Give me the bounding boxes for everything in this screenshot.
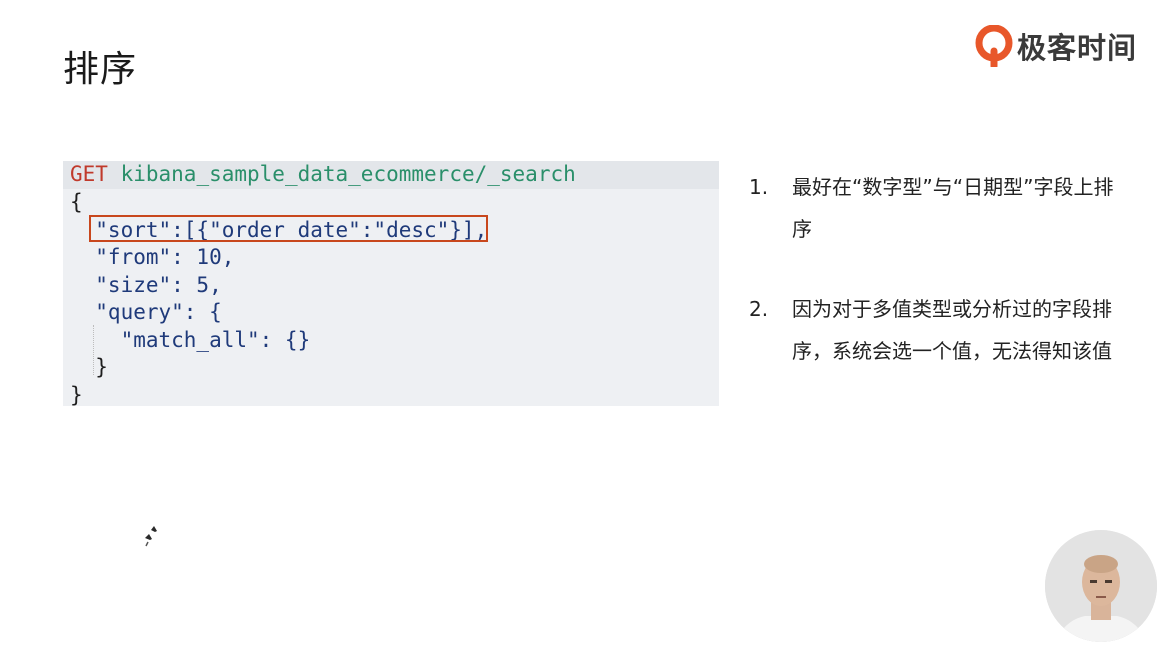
code-request-line: GET kibana_sample_data_ecommerce/_search (63, 161, 719, 189)
slide-title: 排序 (63, 49, 138, 90)
code-line: } (70, 355, 108, 379)
note-number: 2. (749, 297, 769, 321)
brand: 极客时间 (975, 24, 1137, 68)
request-path: kibana_sample_data_ecommerce/_search (120, 162, 576, 186)
geektime-logo-icon (975, 25, 1013, 67)
brand-name: 极客时间 (1016, 31, 1137, 65)
list-item: 2. 因为对于多值类型或分析过的字段排序，系统会选一个值，无法得知该值 (749, 288, 1129, 372)
presenter-video-avatar (1045, 530, 1157, 642)
code-panel: GET kibana_sample_data_ecommerce/_search… (63, 161, 719, 407)
cursor-icon (145, 526, 157, 547)
notes-list: 1. 最好在“数字型”与“日期型”字段上排序 2. 因为对于多值类型或分析过的字… (749, 166, 1129, 410)
note-text: 最好在“数字型”与“日期型”字段上排序 (792, 175, 1114, 241)
code-line-match-all: "match_all": {} (70, 327, 311, 352)
code-line-from: "from": 10, (70, 245, 235, 269)
code-line: } (70, 382, 83, 407)
sort-highlight-box (89, 215, 488, 242)
note-number: 1. (749, 175, 769, 199)
indent-guide (93, 325, 94, 375)
presenter-figure-icon (1045, 530, 1157, 642)
code-line: { (70, 190, 83, 214)
note-text: 因为对于多值类型或分析过的字段排序，系统会选一个值，无法得知该值 (792, 297, 1112, 363)
code-line-query: "query": { (70, 300, 222, 324)
http-method: GET (70, 162, 108, 186)
list-item: 1. 最好在“数字型”与“日期型”字段上排序 (749, 166, 1129, 250)
code-line-size: "size": 5, (70, 272, 222, 297)
